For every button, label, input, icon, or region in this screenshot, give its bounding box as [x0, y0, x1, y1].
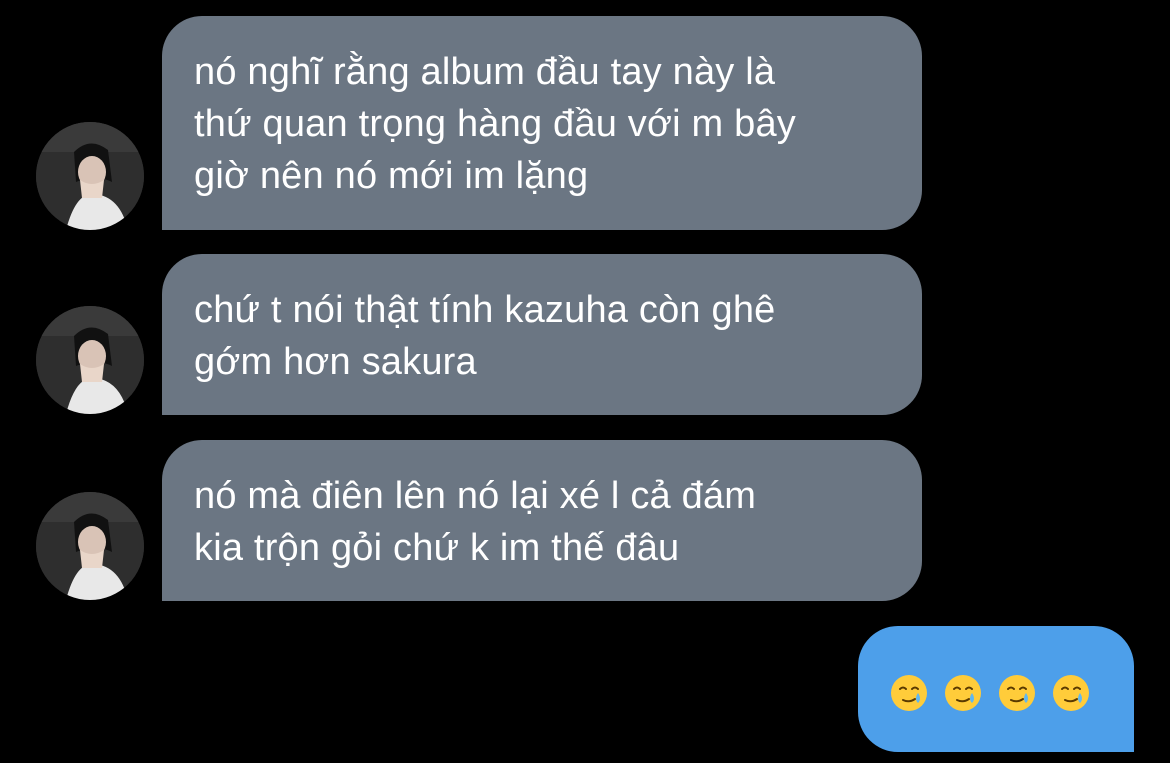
smiling-face-with-tear-icon — [945, 675, 981, 711]
emoji-row — [889, 673, 1091, 713]
message-row: nó mà điên lên nó lại xé l cả đám kia tr… — [0, 440, 1170, 601]
message-row: chứ t nói thật tính kazuha còn ghê gớm h… — [0, 254, 1170, 415]
message-text: nó nghĩ rằng album đầu tay này là thứ qu… — [194, 51, 797, 197]
smiling-face-with-tear-icon — [999, 675, 1035, 711]
avatar[interactable] — [36, 492, 144, 600]
incoming-message-bubble[interactable]: chứ t nói thật tính kazuha còn ghê gớm h… — [162, 254, 922, 415]
avatar[interactable] — [36, 306, 144, 414]
message-text: nó mà điên lên nó lại xé l cả đám kia tr… — [194, 475, 757, 569]
smiling-face-with-tear-icon — [1053, 675, 1089, 711]
message-row: nó nghĩ rằng album đầu tay này là thứ qu… — [0, 16, 1170, 230]
smiling-face-with-tear-icon — [891, 675, 927, 711]
message-text: chứ t nói thật tính kazuha còn ghê gớm h… — [194, 289, 776, 383]
outgoing-message-bubble[interactable] — [858, 626, 1134, 752]
incoming-message-bubble[interactable]: nó mà điên lên nó lại xé l cả đám kia tr… — [162, 440, 922, 601]
avatar[interactable] — [36, 122, 144, 230]
incoming-message-bubble[interactable]: nó nghĩ rằng album đầu tay này là thứ qu… — [162, 16, 922, 230]
